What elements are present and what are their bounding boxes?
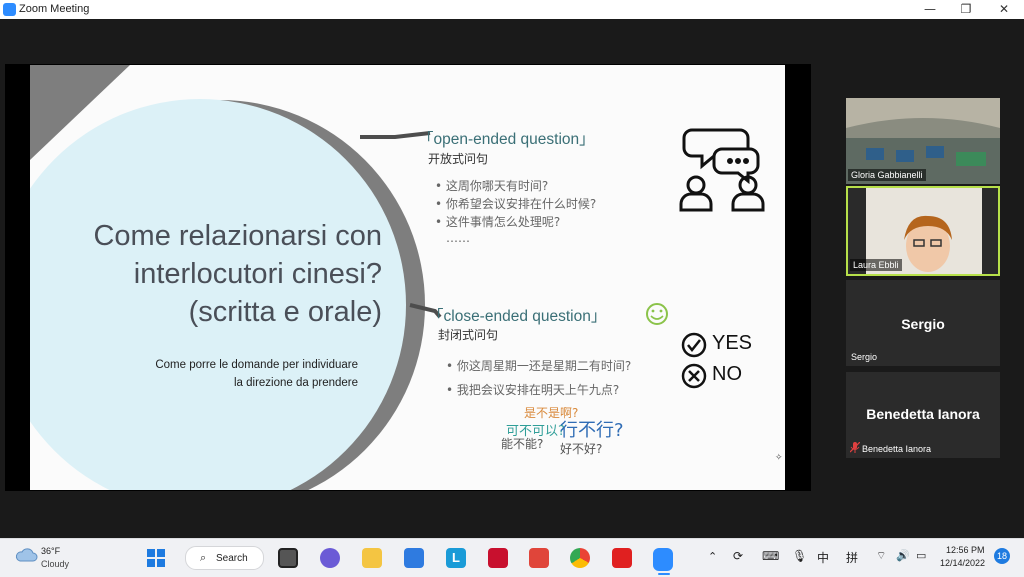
participant-name: Laura Ebbli [850, 259, 902, 271]
participant-display-name: Benedetta Ianora [866, 406, 980, 422]
search-icon: ⌕ [200, 551, 207, 564]
slide-marker-icon: ✧ [775, 453, 783, 463]
weather-temperature[interactable]: 36°F [41, 546, 60, 556]
participant-tile-laura[interactable]: Laura Ebbli [846, 186, 1000, 276]
participant-name: Gloria Gabbianelli [848, 169, 926, 181]
x-circle-icon [681, 363, 707, 389]
close-question-heading: 「close-ended question」 [428, 308, 607, 325]
active-app-indicator [658, 573, 670, 575]
people-icon [679, 175, 765, 212]
ime-mode-indicator[interactable]: 拼 [846, 549, 858, 566]
phrase-xing-bu-xing: 行不行? [560, 420, 624, 441]
cloud-icon[interactable] [14, 547, 38, 563]
windows-start-icon[interactable] [146, 548, 166, 568]
taskbar-search-box[interactable]: ⌕ Search [185, 546, 264, 570]
shared-slide: ✧ Come relazionarsi con interlocutori ci… [30, 65, 785, 490]
battery-icon[interactable]: ▭ [916, 549, 926, 562]
minimize-icon[interactable]: — [910, 0, 950, 19]
ime-language-indicator[interactable]: 中 [817, 549, 829, 566]
open-question-heading: 「open-ended question」 [418, 131, 595, 148]
task-view-icon[interactable] [278, 548, 298, 568]
youdao-dictionary-icon[interactable] [612, 548, 632, 568]
restore-icon[interactable]: ❐ [946, 0, 986, 19]
zoom-taskbar-icon[interactable] [653, 548, 673, 571]
close-question-subtitle: 封闭式问句 [438, 328, 499, 342]
participant-tile-gloria[interactable]: Gloria Gabbianelli [846, 98, 1000, 184]
keyboard-icon[interactable]: ⌨ [762, 549, 779, 563]
lingoes-app-icon[interactable]: L [446, 548, 466, 568]
open-question-subtitle: 开放式问句 [428, 152, 489, 166]
title-line-3: (scritta e orale) [188, 296, 382, 328]
notification-badge[interactable]: 18 [994, 548, 1010, 564]
yes-label: YES [712, 332, 753, 354]
microsoft-store-icon[interactable] [404, 548, 424, 568]
slide-main-title: Come relazionarsi con interlocutori cine… [60, 217, 382, 331]
mic-muted-icon [850, 442, 860, 453]
subtitle-line-2: la direzione da prendere [233, 377, 358, 389]
no-label: NO [712, 363, 742, 385]
check-circle-icon [681, 332, 707, 358]
wps-office-icon[interactable] [529, 548, 549, 568]
chevron-up-icon[interactable]: ⌃ [708, 550, 717, 563]
window-title-bar[interactable]: Zoom Meeting — ❐ ✕ [0, 0, 1024, 19]
close-bullet-2: • 我把会议安排在明天上午九点? [446, 383, 620, 397]
close-bullet-1: • 你这周星期一还是星期二有时间? [446, 359, 632, 373]
participant-display-name: Sergio [901, 316, 945, 332]
file-explorer-icon[interactable] [362, 548, 382, 568]
sync-icon[interactable]: ⟳ [733, 549, 743, 563]
window-title: Zoom Meeting [19, 3, 90, 15]
title-line-1: Come relazionarsi con [93, 220, 382, 252]
open-bullet-2: • 你希望会议安排在什么时候? [435, 197, 597, 211]
phrase-neng-bu-neng: 能不能? [501, 437, 544, 451]
mcafee-icon[interactable] [488, 548, 508, 568]
participant-name: Benedetta Ianora [862, 444, 932, 454]
participant-tile-benedetta[interactable]: Benedetta Ianora Benedetta Ianora [846, 372, 1000, 458]
clock-time[interactable]: 12:56 PM [946, 545, 985, 555]
close-icon[interactable]: ✕ [984, 0, 1024, 19]
subtitle-line-1: Come porre le domande per individuare [155, 359, 358, 371]
open-bullet-3: • 这件事情怎么处理呢? [435, 215, 561, 229]
open-ellipsis: …… [446, 231, 470, 245]
volume-icon[interactable]: 🔊 [896, 549, 910, 562]
chat-bubbles-icon [682, 128, 760, 185]
chrome-icon[interactable] [570, 548, 590, 568]
search-label: Search [216, 553, 248, 564]
slide-subtitle: Come porre le domande per individuare la… [120, 356, 358, 392]
smiley-icon [646, 303, 668, 325]
clock-date[interactable]: 12/14/2022 [940, 558, 985, 568]
open-bullet-1: • 这周你哪天有时间? [435, 179, 549, 193]
participant-tile-sergio[interactable]: Sergio Sergio [846, 280, 1000, 366]
teams-chat-icon[interactable] [320, 548, 340, 568]
phrase-hao-bu-hao: 好不好? [560, 442, 603, 456]
participant-name: Sergio [851, 352, 878, 362]
microphone-icon[interactable]: 🎙 [792, 549, 807, 563]
title-line-2: interlocutori cinesi? [133, 258, 382, 290]
zoom-app-icon [3, 3, 16, 16]
wifi-icon[interactable]: ⌔ [876, 549, 886, 563]
weather-description[interactable]: Cloudy [41, 559, 69, 569]
